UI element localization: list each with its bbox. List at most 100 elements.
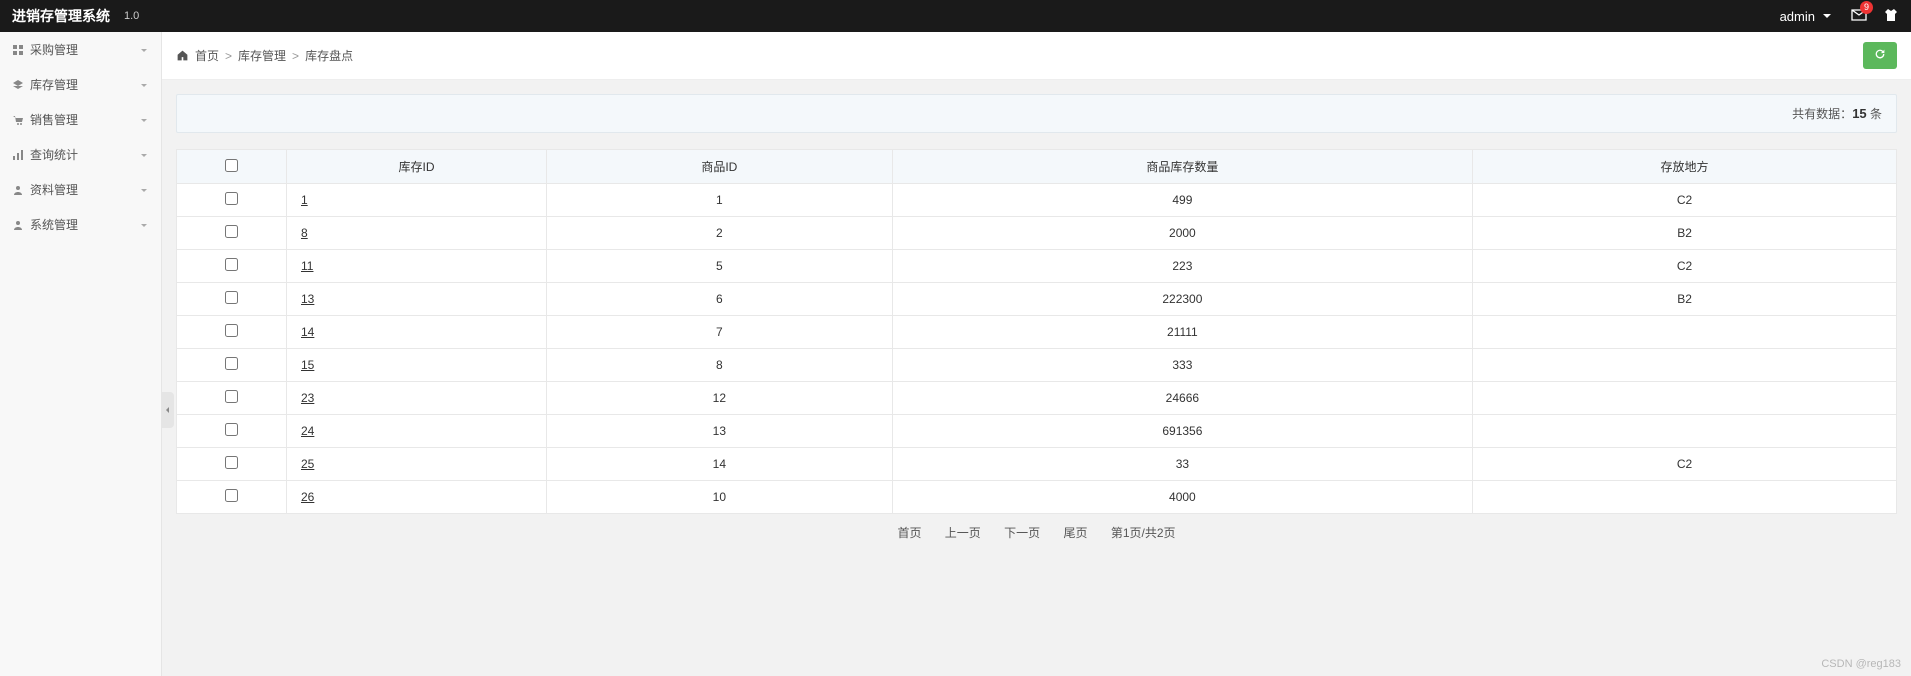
breadcrumb: 首页 > 库存管理 > 库存盘点 bbox=[176, 47, 353, 64]
select-all-checkbox[interactable] bbox=[225, 159, 238, 172]
pager: 首页 上一页 下一页 尾页 第1页/共2页 bbox=[176, 514, 1897, 551]
cell-qty: 24666 bbox=[892, 382, 1472, 415]
cell-qty: 333 bbox=[892, 349, 1472, 382]
summary-count: 15 bbox=[1852, 106, 1866, 121]
stock-id-link[interactable]: 1 bbox=[301, 193, 308, 207]
table-row: 24 13 691356 bbox=[177, 415, 1897, 448]
shirt-button[interactable] bbox=[1883, 7, 1899, 26]
mail-button[interactable]: 9 bbox=[1851, 7, 1867, 26]
pager-prev[interactable]: 上一页 bbox=[945, 526, 981, 540]
cell-loc bbox=[1473, 349, 1897, 382]
row-checkbox[interactable] bbox=[225, 225, 238, 238]
sidebar-item-5[interactable]: 系统管理 bbox=[0, 207, 161, 242]
cell-qty: 499 bbox=[892, 184, 1472, 217]
pager-first[interactable]: 首页 bbox=[897, 526, 921, 540]
breadcrumb-home[interactable]: 首页 bbox=[195, 47, 219, 64]
cell-loc: C2 bbox=[1473, 448, 1897, 481]
table-row: 13 6 222300 B2 bbox=[177, 283, 1897, 316]
watermark: CSDN @reg183 bbox=[1821, 658, 1901, 670]
stock-id-link[interactable]: 15 bbox=[301, 358, 314, 372]
sidebar-item-0[interactable]: 采购管理 bbox=[0, 32, 161, 67]
breadcrumb-l1[interactable]: 库存管理 bbox=[238, 47, 286, 64]
table-row: 26 10 4000 bbox=[177, 481, 1897, 514]
user-name: admin bbox=[1780, 9, 1815, 24]
refresh-button[interactable] bbox=[1863, 42, 1897, 69]
cell-loc: C2 bbox=[1473, 250, 1897, 283]
cell-goods-id: 10 bbox=[547, 481, 893, 514]
breadcrumb-sep: > bbox=[292, 49, 299, 63]
sidebar-item-label: 查询统计 bbox=[30, 146, 78, 163]
cell-goods-id: 1 bbox=[547, 184, 893, 217]
table-row: 8 2 2000 B2 bbox=[177, 217, 1897, 250]
row-checkbox[interactable] bbox=[225, 423, 238, 436]
row-checkbox[interactable] bbox=[225, 324, 238, 337]
row-checkbox[interactable] bbox=[225, 489, 238, 502]
sidebar-collapse-handle[interactable] bbox=[162, 392, 174, 428]
cell-qty: 33 bbox=[892, 448, 1472, 481]
cell-loc bbox=[1473, 481, 1897, 514]
stock-id-link[interactable]: 26 bbox=[301, 490, 314, 504]
row-checkbox[interactable] bbox=[225, 456, 238, 469]
sidebar-item-2[interactable]: 销售管理 bbox=[0, 102, 161, 137]
layers-icon bbox=[12, 79, 24, 91]
refresh-icon bbox=[1873, 47, 1887, 61]
table-row: 25 14 33 C2 bbox=[177, 448, 1897, 481]
stock-id-link[interactable]: 13 bbox=[301, 292, 314, 306]
cell-loc bbox=[1473, 415, 1897, 448]
data-summary: 共有数据：15 条 bbox=[176, 94, 1897, 133]
stock-id-link[interactable]: 25 bbox=[301, 457, 314, 471]
cell-goods-id: 8 bbox=[547, 349, 893, 382]
col-goods-id: 商品ID bbox=[547, 150, 893, 184]
bars-icon bbox=[12, 149, 24, 161]
cell-qty: 4000 bbox=[892, 481, 1472, 514]
table-row: 1 1 499 C2 bbox=[177, 184, 1897, 217]
breadcrumb-l2: 库存盘点 bbox=[305, 47, 353, 64]
sidebar-item-1[interactable]: 库存管理 bbox=[0, 67, 161, 102]
app-title: 进销存管理系统 bbox=[12, 6, 110, 26]
row-checkbox[interactable] bbox=[225, 291, 238, 304]
stock-id-link[interactable]: 24 bbox=[301, 424, 314, 438]
chevron-left-icon bbox=[164, 406, 172, 414]
pager-last[interactable]: 尾页 bbox=[1064, 526, 1088, 540]
table-row: 23 12 24666 bbox=[177, 382, 1897, 415]
sidebar-item-label: 资料管理 bbox=[30, 181, 78, 198]
cell-qty: 21111 bbox=[892, 316, 1472, 349]
user-menu[interactable]: admin bbox=[1780, 8, 1835, 24]
cell-loc: B2 bbox=[1473, 217, 1897, 250]
row-checkbox[interactable] bbox=[225, 258, 238, 271]
cell-goods-id: 2 bbox=[547, 217, 893, 250]
table-row: 15 8 333 bbox=[177, 349, 1897, 382]
shirt-icon bbox=[1883, 7, 1899, 23]
cell-goods-id: 6 bbox=[547, 283, 893, 316]
row-checkbox[interactable] bbox=[225, 390, 238, 403]
stock-id-link[interactable]: 14 bbox=[301, 325, 314, 339]
user-icon bbox=[12, 184, 24, 196]
chevron-down-icon bbox=[139, 115, 149, 125]
cell-goods-id: 5 bbox=[547, 250, 893, 283]
breadcrumb-sep: > bbox=[225, 49, 232, 63]
chevron-down-icon bbox=[139, 220, 149, 230]
cart-icon bbox=[12, 114, 24, 126]
row-checkbox[interactable] bbox=[225, 192, 238, 205]
pager-info: 第1页/共2页 bbox=[1111, 526, 1176, 540]
stock-id-link[interactable]: 23 bbox=[301, 391, 314, 405]
topbar-left: 进销存管理系统 1.0 bbox=[12, 6, 139, 26]
topbar: 进销存管理系统 1.0 admin 9 bbox=[0, 0, 1911, 32]
stock-id-link[interactable]: 8 bbox=[301, 226, 308, 240]
sidebar-item-4[interactable]: 资料管理 bbox=[0, 172, 161, 207]
col-loc: 存放地方 bbox=[1473, 150, 1897, 184]
sidebar-item-3[interactable]: 查询统计 bbox=[0, 137, 161, 172]
chevron-down-icon bbox=[139, 185, 149, 195]
col-stock-id: 库存ID bbox=[287, 150, 547, 184]
row-checkbox[interactable] bbox=[225, 357, 238, 370]
cell-loc: C2 bbox=[1473, 184, 1897, 217]
breadcrumb-bar: 首页 > 库存管理 > 库存盘点 bbox=[162, 32, 1911, 80]
table-row: 11 5 223 C2 bbox=[177, 250, 1897, 283]
sidebar-item-label: 采购管理 bbox=[30, 41, 78, 58]
pager-next[interactable]: 下一页 bbox=[1004, 526, 1040, 540]
cell-goods-id: 14 bbox=[547, 448, 893, 481]
stock-id-link[interactable]: 11 bbox=[301, 259, 313, 273]
home-icon bbox=[176, 49, 189, 62]
col-qty: 商品库存数量 bbox=[892, 150, 1472, 184]
inventory-table: 库存ID 商品ID 商品库存数量 存放地方 1 1 499 C2 8 2 200… bbox=[176, 149, 1897, 514]
